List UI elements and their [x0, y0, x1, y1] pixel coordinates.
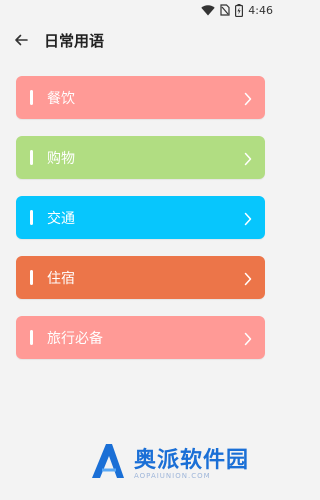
status-time: 4:46: [248, 3, 273, 17]
category-item-transport[interactable]: 交通: [16, 196, 265, 239]
page-title: 日常用语: [44, 31, 105, 50]
category-item-travel-essentials[interactable]: 旅行必备: [16, 316, 265, 359]
watermark-url: AOPAIUNION.COM: [134, 472, 211, 480]
category-label: 住宿: [47, 270, 75, 287]
status-bar: 4:46: [0, 0, 281, 20]
app-bar: 日常用语: [0, 22, 281, 58]
category-label: 交通: [47, 210, 75, 227]
accent-bar: [30, 270, 33, 285]
accent-bar: [30, 330, 33, 345]
category-item-dining[interactable]: 餐饮: [16, 76, 265, 119]
chevron-right-icon: [243, 151, 253, 165]
category-label: 旅行必备: [47, 330, 103, 347]
category-label: 餐饮: [47, 90, 75, 107]
chevron-right-icon: [243, 331, 253, 345]
category-item-lodging[interactable]: 住宿: [16, 256, 265, 299]
no-sim-icon: [220, 4, 230, 16]
category-label: 购物: [47, 150, 75, 167]
chevron-right-icon: [243, 91, 253, 105]
accent-bar: [30, 150, 33, 165]
arrow-left-icon: [14, 31, 28, 50]
watermark-name: 奥派软件园: [134, 448, 250, 473]
chevron-right-icon: [243, 211, 253, 225]
back-button[interactable]: [10, 29, 32, 51]
watermark: 奥派软件园 AOPAIUNION.COM: [88, 440, 278, 486]
chevron-right-icon: [243, 271, 253, 285]
watermark-logo-icon: [88, 440, 128, 482]
accent-bar: [30, 210, 33, 225]
category-item-shopping[interactable]: 购物: [16, 136, 265, 179]
accent-bar: [30, 90, 33, 105]
category-list: 餐饮 购物 交通 住宿 旅行必备: [16, 76, 265, 376]
wifi-icon: [201, 4, 215, 16]
battery-icon: [235, 3, 244, 17]
